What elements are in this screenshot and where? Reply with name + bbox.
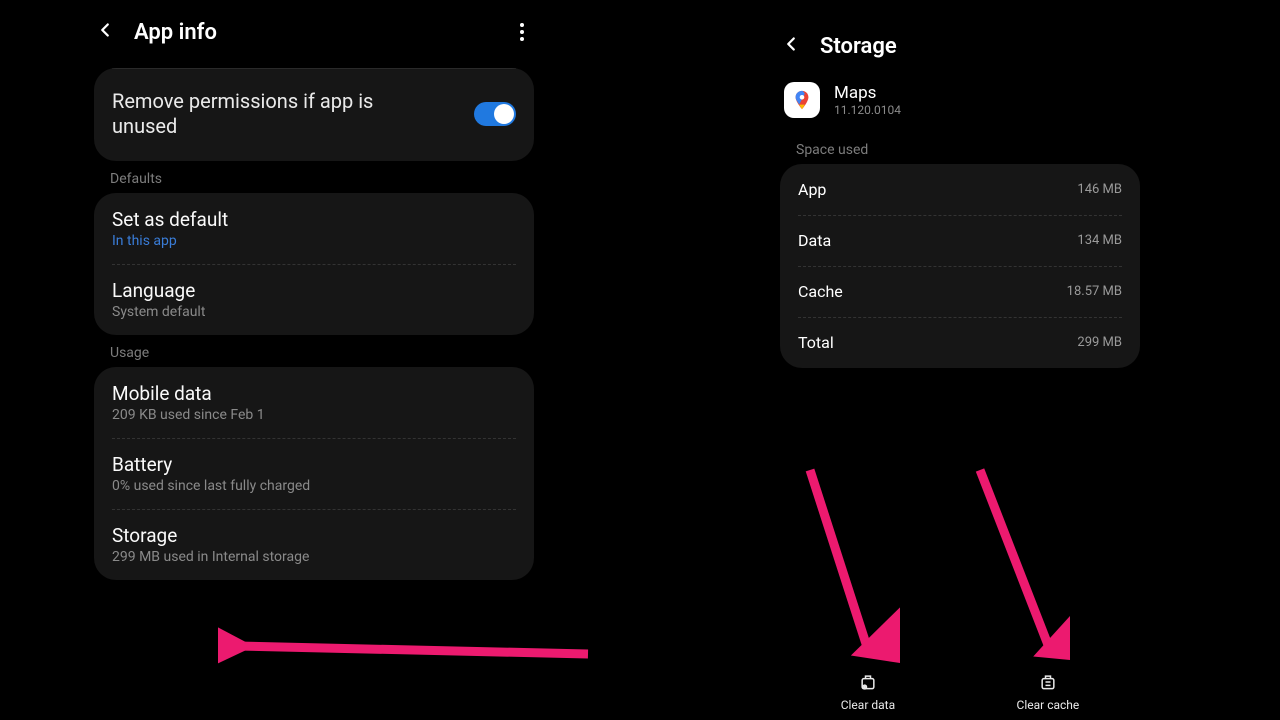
chevron-left-icon <box>780 33 802 55</box>
battery-sub: 0% used since last fully charged <box>112 478 516 494</box>
map-pin-icon <box>791 89 813 111</box>
page-title: App info <box>134 20 217 45</box>
usage-card: Mobile data 209 KB used since Feb 1 Batt… <box>94 367 534 580</box>
clear-data-button[interactable]: Clear data <box>841 672 895 712</box>
space-data-label: Data <box>798 231 831 250</box>
remove-permissions-toggle[interactable] <box>474 102 516 126</box>
trash-icon <box>858 672 878 692</box>
space-cache-row: Cache 18.57 MB <box>780 266 1140 317</box>
mobile-data-row[interactable]: Mobile data 209 KB used since Feb 1 <box>94 367 534 438</box>
chevron-left-icon <box>94 19 116 41</box>
language-row[interactable]: Language System default <box>94 264 534 335</box>
overflow-menu-button[interactable] <box>510 19 534 45</box>
storage-actions: Clear data Clear cache <box>780 672 1140 712</box>
mobile-data-sub: 209 KB used since Feb 1 <box>112 407 516 423</box>
back-button[interactable] <box>94 15 124 49</box>
storage-sub: 299 MB used in Internal storage <box>112 549 516 565</box>
app-info-header: App info <box>94 12 534 52</box>
space-data-value: 134 MB <box>1077 233 1122 248</box>
storage-header: Storage <box>780 26 1140 66</box>
defaults-section-label: Defaults <box>110 171 534 187</box>
page-title: Storage <box>820 34 897 59</box>
set-as-default-row[interactable]: Set as default In this app <box>94 193 534 264</box>
annotation-arrow <box>950 460 1070 670</box>
space-cache-label: Cache <box>798 282 843 301</box>
space-app-row: App 146 MB <box>780 164 1140 215</box>
set-as-default-title: Set as default <box>112 208 516 231</box>
app-info-panel: App info Remove permissions if app is un… <box>94 12 534 590</box>
annotation-arrow <box>780 460 900 670</box>
space-app-label: App <box>798 180 826 199</box>
space-cache-value: 18.57 MB <box>1067 284 1122 299</box>
clear-data-label: Clear data <box>841 698 895 712</box>
storage-title: Storage <box>112 524 516 547</box>
trash-icon <box>1038 672 1058 692</box>
language-sub: System default <box>112 304 516 320</box>
clear-cache-button[interactable]: Clear cache <box>1017 672 1080 712</box>
remove-permissions-label: Remove permissions if app is unused <box>112 89 474 139</box>
back-button[interactable] <box>780 29 810 63</box>
battery-row[interactable]: Battery 0% used since last fully charged <box>94 438 534 509</box>
usage-section-label: Usage <box>110 345 534 361</box>
app-header-row: Maps 11.120.0104 <box>784 82 1140 118</box>
space-data-row: Data 134 MB <box>780 215 1140 266</box>
app-name: Maps <box>834 83 901 103</box>
language-title: Language <box>112 279 516 302</box>
app-version: 11.120.0104 <box>834 103 901 117</box>
defaults-card: Set as default In this app Language Syst… <box>94 193 534 335</box>
permissions-card: Remove permissions if app is unused <box>94 68 534 161</box>
set-as-default-sub: In this app <box>112 233 516 249</box>
clear-cache-label: Clear cache <box>1017 698 1080 712</box>
battery-title: Battery <box>112 453 516 476</box>
space-total-row: Total 299 MB <box>780 317 1140 368</box>
space-app-value: 146 MB <box>1077 182 1122 197</box>
space-used-label: Space used <box>796 142 1140 158</box>
space-total-label: Total <box>798 333 834 352</box>
maps-app-icon <box>784 82 820 118</box>
storage-panel: Storage Maps 11.120.0104 Space used App … <box>780 26 1140 378</box>
remove-permissions-row[interactable]: Remove permissions if app is unused <box>94 69 534 161</box>
space-used-card: App 146 MB Data 134 MB Cache 18.57 MB To… <box>780 164 1140 368</box>
storage-row[interactable]: Storage 299 MB used in Internal storage <box>94 509 534 580</box>
space-total-value: 299 MB <box>1077 335 1122 350</box>
mobile-data-title: Mobile data <box>112 382 516 405</box>
annotation-arrow <box>218 624 598 684</box>
